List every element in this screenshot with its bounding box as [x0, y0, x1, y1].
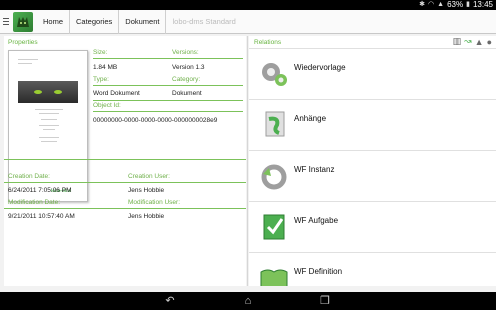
wolf-image — [18, 81, 78, 103]
panel-divider — [247, 36, 248, 286]
open-book-icon — [260, 269, 288, 286]
action-bar: Home Categories Dokument lobo-dms Standa… — [0, 9, 496, 34]
modification-user-value: Jens Hobbie — [128, 213, 165, 220]
recent-apps-icon[interactable]: ❐ — [318, 295, 332, 307]
relation-item-anhaenge[interactable]: Anhänge — [249, 99, 496, 149]
type-label: Type: — [93, 76, 109, 83]
bluetooth-icon: ✱ — [419, 1, 426, 8]
relation-item-wf-definition[interactable]: WF Definition — [249, 252, 496, 286]
object-id-label: Object Id: — [93, 102, 121, 109]
attachment-icon — [265, 111, 285, 137]
battery-percent: 63% — [447, 0, 464, 9]
speech-bubble-icon[interactable]: ● — [487, 37, 492, 47]
relation-label: Anhänge — [294, 114, 327, 123]
relation-item-wf-aufgabe[interactable]: WF Aufgabe — [249, 201, 496, 251]
clock: 13:45 — [472, 0, 493, 9]
mountain-icon[interactable]: ▲ — [475, 37, 484, 47]
type-value: Word Dokument — [93, 90, 140, 97]
versions-value: Version 1.3 — [172, 64, 205, 71]
creation-user-label: Creation User: — [128, 173, 170, 180]
object-id-value: 00000000-0000-0000-0000-0000000028e9 — [93, 117, 218, 124]
signal-icon: ▲ — [437, 1, 445, 8]
breadcrumb-home[interactable]: Home — [37, 9, 71, 34]
modification-user-label: Modification User: — [128, 199, 181, 206]
navigation-bar: ↶ ⌂ ❐ — [0, 292, 496, 310]
properties-title: Properties — [8, 39, 38, 46]
relation-item-wiedervorlage[interactable]: Wiedervorlage — [249, 48, 496, 98]
battery-icon: ▮ — [466, 1, 470, 8]
app-logo[interactable] — [13, 11, 33, 32]
relations-title: Relations — [254, 39, 282, 46]
book-icon[interactable]: ▥ — [453, 36, 462, 47]
refresh-icon — [261, 164, 287, 190]
size-value: 1.84 MB — [93, 64, 118, 71]
breadcrumb-current: lobo-dms Standard — [172, 16, 236, 26]
modification-date-value: 9/21/2011 10:57:40 AM — [8, 213, 75, 220]
relations-toolbar: ▥ ↝ ▲ ● — [453, 36, 492, 47]
relation-label: WF Instanz — [294, 165, 335, 174]
relations-panel: Relations ▥ ↝ ▲ ● Wiedervorlage Anhänge — [249, 36, 496, 286]
relation-label: WF Aufgabe — [294, 216, 339, 225]
home-icon[interactable]: ⌂ — [241, 295, 255, 307]
breadcrumb-dokument[interactable]: Dokument — [119, 9, 167, 34]
category-value: Dokument — [172, 90, 202, 97]
wifi-icon: ◠ — [428, 1, 435, 8]
hamburger-menu-icon[interactable] — [1, 10, 11, 34]
properties-panel: Properties lobo-dms Size: Versions: 1.84… — [4, 36, 246, 286]
relation-label: Wiedervorlage — [294, 63, 346, 72]
creation-user-value: Jens Hobbie — [128, 187, 165, 194]
back-icon[interactable]: ↶ — [163, 295, 177, 307]
creation-date-label: Creation Date: — [8, 173, 50, 180]
gears-icon — [262, 63, 287, 86]
status-bar: ✱ ◠ ▲ 63% ▮ 13:45 — [0, 0, 496, 10]
creation-date-value: 6/24/2011 7:05:06 PM — [8, 187, 72, 194]
modification-date-label: Modification Date: — [8, 199, 61, 206]
checklist-icon — [263, 214, 285, 240]
relation-label: WF Definition — [294, 267, 343, 276]
category-label: Category: — [172, 76, 201, 83]
size-label: Size: — [93, 49, 108, 56]
versions-label: Versions: — [172, 49, 199, 56]
relation-item-wf-instanz[interactable]: WF Instanz — [249, 150, 496, 200]
workflow-icon[interactable]: ↝ — [464, 36, 472, 47]
breadcrumb-categories[interactable]: Categories — [70, 9, 120, 34]
